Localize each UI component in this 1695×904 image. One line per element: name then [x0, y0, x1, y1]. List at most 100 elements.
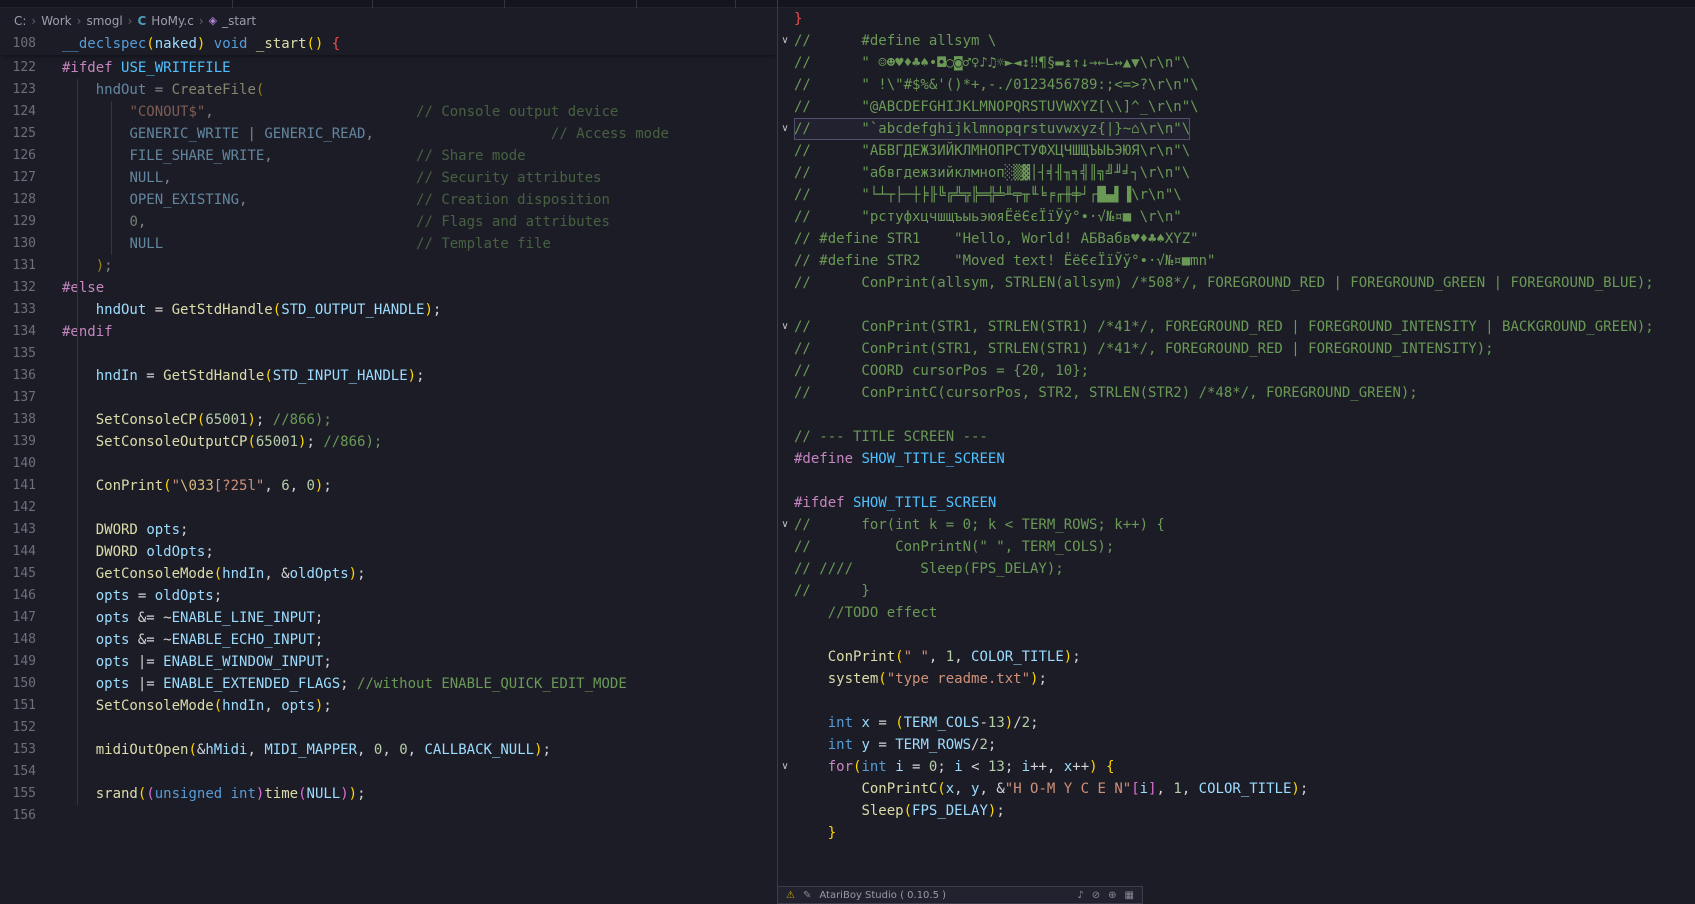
code-line[interactable]: 134#endif: [0, 321, 777, 343]
code-line[interactable]: // "абвгдежзийклмноп░▒▓│┤╡╢╖╕╣║╗╝╜╛┐\r\n…: [778, 162, 1695, 184]
code-line[interactable]: // ConPrintN(" ", TERM_COLS);: [778, 536, 1695, 558]
line-number[interactable]: 156: [0, 805, 50, 827]
code-line[interactable]: 137: [0, 387, 777, 409]
sticky-scroll-line[interactable]: 108__declspec(naked) void _start() {: [0, 33, 777, 55]
code-line[interactable]: 139 SetConsoleOutputCP(65001); //866);: [0, 431, 777, 453]
code-line[interactable]: // #define STR2 "Moved text! ЁёЄєЇїЎў°∙·…: [778, 250, 1695, 272]
code-line[interactable]: [778, 470, 1695, 492]
code-line[interactable]: // "рстуфхцчшщъыьэюяЁёЄєЇїЎў°∙·√№¤■ \r\n…: [778, 206, 1695, 228]
line-number[interactable]: 143: [0, 519, 50, 541]
line-number[interactable]: 123: [0, 79, 50, 101]
breadcrumb-item-file[interactable]: HoMy.c: [151, 14, 194, 28]
left-editor-pane[interactable]: 108__declspec(naked) void _start() { 122…: [0, 33, 777, 904]
code-line[interactable]: [778, 624, 1695, 646]
code-line[interactable]: // --- TITLE SCREEN ---: [778, 426, 1695, 448]
line-number[interactable]: 154: [0, 761, 50, 783]
breadcrumb-item-symbol[interactable]: _start: [222, 14, 256, 28]
right-editor-pane[interactable]: }∨// #define allsym \// " ☺☻♥♦♣♠•◘○◙♂♀♪♫…: [778, 0, 1695, 904]
right-code-area[interactable]: }∨// #define allsym \// " ☺☻♥♦♣♠•◘○◙♂♀♪♫…: [778, 0, 1695, 844]
left-code-area[interactable]: 122#ifdef USE_WRITEFILE123 hndOut = Crea…: [0, 57, 777, 827]
line-number[interactable]: 150: [0, 673, 50, 695]
line-number[interactable]: 136: [0, 365, 50, 387]
code-line[interactable]: ∨// "`abcdefghijklmnopqrstuvwxyz{|}~⌂\r\…: [778, 118, 1695, 140]
code-line[interactable]: ConPrintC(x, y, &"H O-M Y C E N"[i], 1, …: [778, 778, 1695, 800]
pencil-icon[interactable]: ✎: [803, 890, 811, 901]
code-line[interactable]: 127 NULL, // Security attributes: [0, 167, 777, 189]
code-line[interactable]: Sleep(FPS_DELAY);: [778, 800, 1695, 822]
code-line[interactable]: }: [778, 8, 1695, 30]
line-number[interactable]: 130: [0, 233, 50, 255]
code-line[interactable]: // //// Sleep(FPS_DELAY);: [778, 558, 1695, 580]
code-line[interactable]: 130 NULL // Template file: [0, 233, 777, 255]
grid-icon[interactable]: ▦: [1125, 890, 1134, 901]
code-line[interactable]: 145 GetConsoleMode(hndIn, &oldOpts);: [0, 563, 777, 585]
code-line[interactable]: 150 opts |= ENABLE_EXTENDED_FLAGS; //wit…: [0, 673, 777, 695]
code-line[interactable]: 154: [0, 761, 777, 783]
code-line[interactable]: 126 FILE_SHARE_WRITE, // Share mode: [0, 145, 777, 167]
code-line[interactable]: 128 OPEN_EXISTING, // Creation dispositi…: [0, 189, 777, 211]
chevron-down-fold-icon[interactable]: ∨: [778, 514, 792, 536]
code-line[interactable]: 141 ConPrint("\033[?25l", 6, 0);: [0, 475, 777, 497]
line-number[interactable]: 145: [0, 563, 50, 585]
code-line[interactable]: // "@ABCDEFGHIJKLMNOPQRSTUVWXYZ[\\]^_\r\…: [778, 96, 1695, 118]
line-number[interactable]: 144: [0, 541, 50, 563]
code-line[interactable]: 156: [0, 805, 777, 827]
code-line[interactable]: // }: [778, 580, 1695, 602]
code-line[interactable]: int x = (TERM_COLS-13)/2;: [778, 712, 1695, 734]
line-number[interactable]: 134: [0, 321, 50, 343]
code-line[interactable]: 108__declspec(naked) void _start() {: [0, 33, 777, 55]
code-line[interactable]: [778, 690, 1695, 712]
code-line[interactable]: 132#else: [0, 277, 777, 299]
breadcrumb-item-smogl[interactable]: smogl: [86, 14, 122, 28]
chevron-down-fold-icon[interactable]: ∨: [778, 30, 792, 52]
code-line[interactable]: ∨ for(int i = 0; i < 13; i++, x++) {: [778, 756, 1695, 778]
code-line[interactable]: 124 "CONOUT$", // Console output device: [0, 101, 777, 123]
line-number[interactable]: 149: [0, 651, 50, 673]
code-line[interactable]: // #define STR1 "Hello, World! АБВабв♥♦♣…: [778, 228, 1695, 250]
code-line[interactable]: ConPrint(" ", 1, COLOR_TITLE);: [778, 646, 1695, 668]
code-line[interactable]: // "└┴┬├─┼╞╟╚╔╩╦╠═╬╧╨╤╥╙╘╒╓╫╪┘┌█▄▌▐\r\n"…: [778, 184, 1695, 206]
code-line[interactable]: [778, 294, 1695, 316]
line-number[interactable]: 140: [0, 453, 50, 475]
code-line[interactable]: 144 DWORD oldOpts;: [0, 541, 777, 563]
code-line[interactable]: 131 );: [0, 255, 777, 277]
code-line[interactable]: 123 hndOut = CreateFile(: [0, 79, 777, 101]
code-line[interactable]: int y = TERM_ROWS/2;: [778, 734, 1695, 756]
line-number[interactable]: 126: [0, 145, 50, 167]
code-line[interactable]: 125 GENERIC_WRITE | GENERIC_READ, // Acc…: [0, 123, 777, 145]
code-line[interactable]: // " !\"#$%&'()*+,-./0123456789:;<=>?\r\…: [778, 74, 1695, 96]
code-line[interactable]: }: [778, 822, 1695, 844]
code-line[interactable]: 138 SetConsoleCP(65001); //866);: [0, 409, 777, 431]
code-line[interactable]: ∨// for(int k = 0; k < TERM_ROWS; k++) {: [778, 514, 1695, 536]
code-line[interactable]: 152: [0, 717, 777, 739]
code-line[interactable]: // COORD cursorPos = {20, 10};: [778, 360, 1695, 382]
code-line[interactable]: 151 SetConsoleMode(hndIn, opts);: [0, 695, 777, 717]
line-number[interactable]: 135: [0, 343, 50, 365]
line-number[interactable]: 151: [0, 695, 50, 717]
code-line[interactable]: #ifdef SHOW_TITLE_SCREEN: [778, 492, 1695, 514]
line-number[interactable]: 131: [0, 255, 50, 277]
line-number[interactable]: 152: [0, 717, 50, 739]
line-number[interactable]: 128: [0, 189, 50, 211]
line-number[interactable]: 132: [0, 277, 50, 299]
code-line[interactable]: // ConPrint(STR1, STRLEN(STR1) /*41*/, F…: [778, 338, 1695, 360]
code-line[interactable]: // " ☺☻♥♦♣♠•◘○◙♂♀♪♫☼►◄↕‼¶§▬↨↑↓→←∟↔▲▼\r\n…: [778, 52, 1695, 74]
code-line[interactable]: 153 midiOutOpen(&hMidi, MIDI_MAPPER, 0, …: [0, 739, 777, 761]
line-number[interactable]: 124: [0, 101, 50, 123]
code-line[interactable]: // ConPrint(allsym, STRLEN(allsym) /*508…: [778, 272, 1695, 294]
line-number[interactable]: 142: [0, 497, 50, 519]
line-number[interactable]: 141: [0, 475, 50, 497]
line-number[interactable]: 133: [0, 299, 50, 321]
chevron-down-fold-icon[interactable]: ∨: [778, 316, 792, 338]
code-line[interactable]: 143 DWORD opts;: [0, 519, 777, 541]
line-number[interactable]: 155: [0, 783, 50, 805]
plus-icon[interactable]: ⊕: [1108, 890, 1116, 901]
code-line[interactable]: 135: [0, 343, 777, 365]
code-line[interactable]: system("type readme.txt");: [778, 668, 1695, 690]
line-number[interactable]: 138: [0, 409, 50, 431]
code-line[interactable]: 142: [0, 497, 777, 519]
line-number[interactable]: 122: [0, 57, 50, 79]
code-line[interactable]: 149 opts |= ENABLE_WINDOW_INPUT;: [0, 651, 777, 673]
code-line[interactable]: 155 srand((unsigned int)time(NULL));: [0, 783, 777, 805]
chevron-down-fold-icon[interactable]: ∨: [778, 118, 792, 140]
